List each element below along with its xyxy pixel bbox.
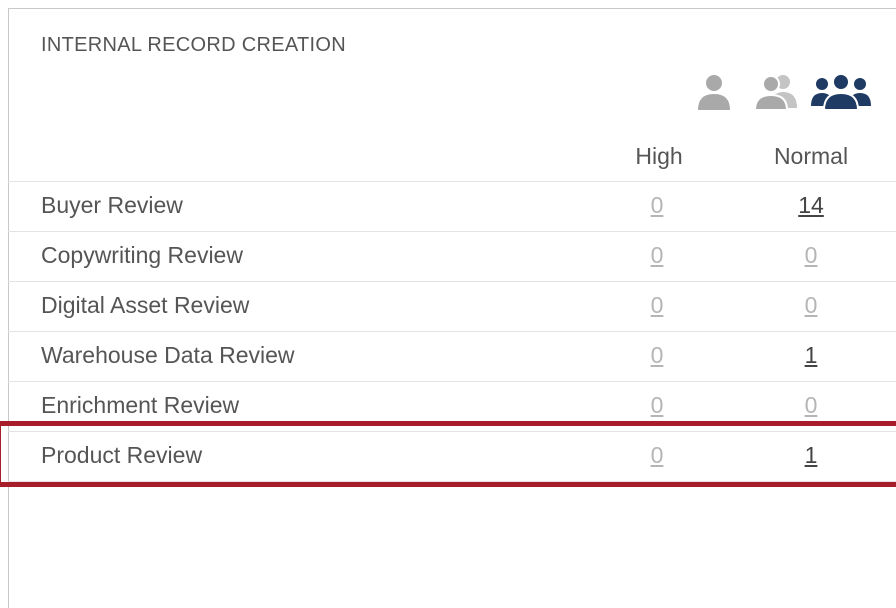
normal-count-link[interactable]: 0 [781,392,841,419]
single-user-icon[interactable] [694,72,734,117]
table-row[interactable]: Copywriting Review 0 0 [8,232,896,282]
high-count-link[interactable]: 0 [627,192,687,219]
row-label: Warehouse Data Review [41,342,295,368]
normal-count-link[interactable]: 1 [781,342,841,369]
table-row-highlighted[interactable]: Product Review 0 1 [8,432,896,482]
table-row[interactable]: Warehouse Data Review 0 1 [8,332,896,382]
row-label: Digital Asset Review [41,292,250,318]
column-header-row: High Normal [8,133,896,182]
table-row[interactable]: Enrichment Review 0 0 [8,382,896,432]
user-filter-icons [690,72,880,116]
normal-count-link[interactable]: 1 [781,442,841,469]
column-header-high: High [635,143,683,169]
normal-count-link[interactable]: 14 [781,192,841,219]
high-count-link[interactable]: 0 [627,242,687,269]
row-label: Enrichment Review [41,392,240,418]
high-count-link[interactable]: 0 [627,442,687,469]
panel-title: INTERNAL RECORD CREATION [41,34,347,56]
table-row[interactable]: Buyer Review 0 14 [8,182,896,232]
normal-count-link[interactable]: 0 [781,242,841,269]
normal-count-link[interactable]: 0 [781,292,841,319]
high-count-link[interactable]: 0 [627,392,687,419]
high-count-link[interactable]: 0 [627,342,687,369]
row-label: Buyer Review [41,192,183,218]
column-header-normal: Normal [773,143,849,169]
high-count-link[interactable]: 0 [627,292,687,319]
row-label: Product Review [41,442,203,468]
row-label: Copywriting Review [41,242,243,268]
group-users-icon[interactable] [810,72,872,117]
table-row[interactable]: Digital Asset Review 0 0 [8,282,896,332]
two-users-icon[interactable] [752,72,802,117]
